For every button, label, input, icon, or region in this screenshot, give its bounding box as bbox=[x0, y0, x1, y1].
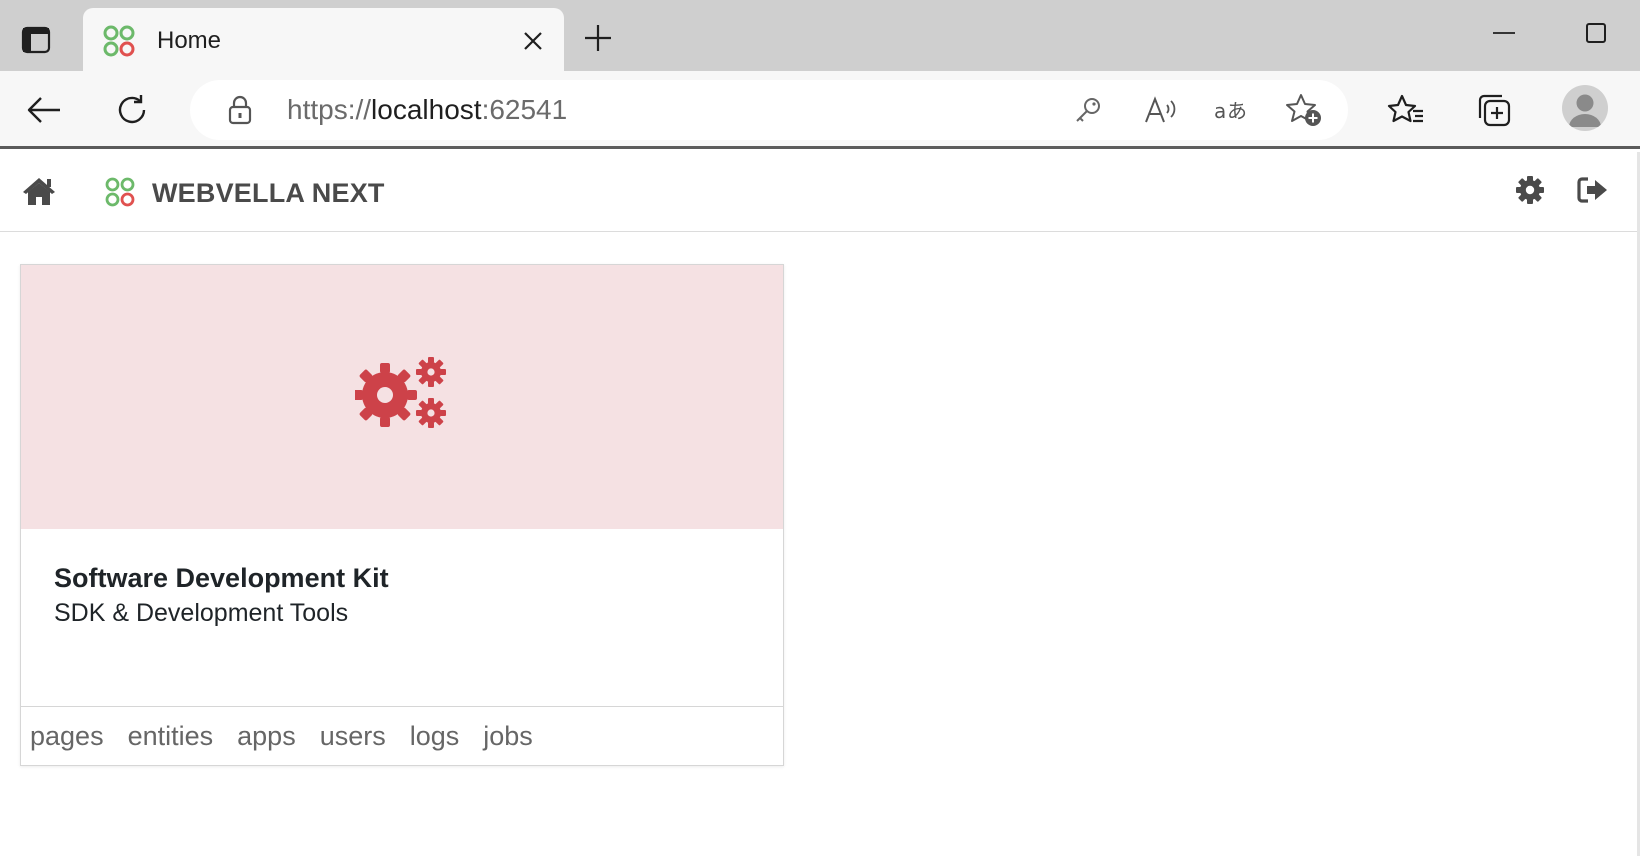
refresh-icon bbox=[118, 95, 146, 124]
add-favorite-icon bbox=[1286, 94, 1321, 126]
app-navbar: WEBVELLA NEXT bbox=[0, 152, 1637, 232]
webvella-logo-icon bbox=[105, 177, 135, 207]
home-button[interactable] bbox=[20, 174, 58, 208]
add-favorite-button[interactable] bbox=[1284, 90, 1324, 130]
logout-button[interactable] bbox=[1574, 172, 1612, 208]
maximize-icon bbox=[1586, 23, 1606, 43]
svg-text:a: a bbox=[1214, 99, 1226, 123]
card-link-apps[interactable]: apps bbox=[237, 721, 296, 752]
tab-actions-button[interactable] bbox=[18, 22, 54, 58]
window-maximize-button[interactable] bbox=[1576, 16, 1616, 50]
url-host: localhost bbox=[371, 94, 482, 125]
logout-icon bbox=[1577, 177, 1607, 203]
active-tab[interactable]: Home bbox=[83, 8, 564, 72]
favorites-button[interactable] bbox=[1382, 86, 1430, 134]
address-bar[interactable]: https://localhost:62541 a あ bbox=[190, 80, 1348, 140]
home-icon bbox=[23, 178, 55, 205]
settings-button[interactable] bbox=[1512, 172, 1548, 208]
collections-button[interactable] bbox=[1470, 86, 1518, 134]
gear-icon bbox=[1516, 176, 1544, 204]
translate-icon: a あ bbox=[1214, 99, 1247, 123]
lock-icon bbox=[228, 95, 252, 125]
card-body: Software Development Kit SDK & Developme… bbox=[21, 529, 783, 705]
card-link-users[interactable]: users bbox=[320, 721, 386, 752]
card-link-pages[interactable]: pages bbox=[30, 721, 104, 752]
browser-tabstrip: Home bbox=[0, 0, 1640, 72]
key-icon bbox=[1076, 98, 1100, 122]
site-info-button[interactable] bbox=[224, 94, 256, 126]
minimize-icon bbox=[1493, 32, 1515, 34]
card-media bbox=[21, 265, 783, 529]
profile-icon bbox=[1569, 94, 1601, 127]
webvella-logo-icon bbox=[103, 25, 135, 57]
cogs-icon bbox=[355, 357, 446, 428]
card-title[interactable]: Software Development Kit bbox=[54, 563, 389, 594]
password-button[interactable] bbox=[1068, 90, 1108, 130]
card-link-entities[interactable]: entities bbox=[128, 721, 214, 752]
back-button[interactable] bbox=[20, 86, 68, 134]
window-minimize-button[interactable] bbox=[1484, 18, 1524, 48]
profile-button[interactable] bbox=[1562, 85, 1608, 131]
plus-icon bbox=[585, 25, 611, 51]
url-text: https://localhost:62541 bbox=[287, 94, 567, 126]
close-icon bbox=[524, 32, 542, 50]
tab-actions-icon bbox=[21, 26, 51, 54]
read-aloud-button[interactable] bbox=[1140, 90, 1180, 130]
brand-title[interactable]: WEBVELLA NEXT bbox=[152, 178, 385, 209]
tab-close-button[interactable] bbox=[518, 26, 548, 56]
collections-icon bbox=[1478, 94, 1511, 127]
read-aloud-icon bbox=[1145, 96, 1176, 123]
app-card[interactable]: Software Development Kit SDK & Developme… bbox=[20, 264, 784, 766]
url-scheme: https:// bbox=[287, 94, 372, 125]
url-port: :62541 bbox=[481, 94, 568, 125]
favorites-icon bbox=[1387, 94, 1423, 123]
refresh-button[interactable] bbox=[108, 86, 156, 134]
card-subtitle: SDK & Development Tools bbox=[54, 599, 349, 627]
translate-button[interactable]: a あ bbox=[1212, 90, 1252, 130]
page-content: WEBVELLA NEXT Software Development Kit S… bbox=[0, 152, 1640, 856]
card-link-jobs[interactable]: jobs bbox=[483, 721, 533, 752]
new-tab-button[interactable] bbox=[580, 20, 616, 56]
tab-title: Home bbox=[157, 27, 222, 54]
svg-text:あ: あ bbox=[1227, 99, 1247, 123]
card-link-logs[interactable]: logs bbox=[410, 721, 460, 752]
browser-toolbar: https://localhost:62541 a あ bbox=[0, 71, 1640, 149]
back-arrow-icon bbox=[27, 97, 60, 123]
card-links: pages entities apps users logs jobs bbox=[21, 706, 783, 765]
